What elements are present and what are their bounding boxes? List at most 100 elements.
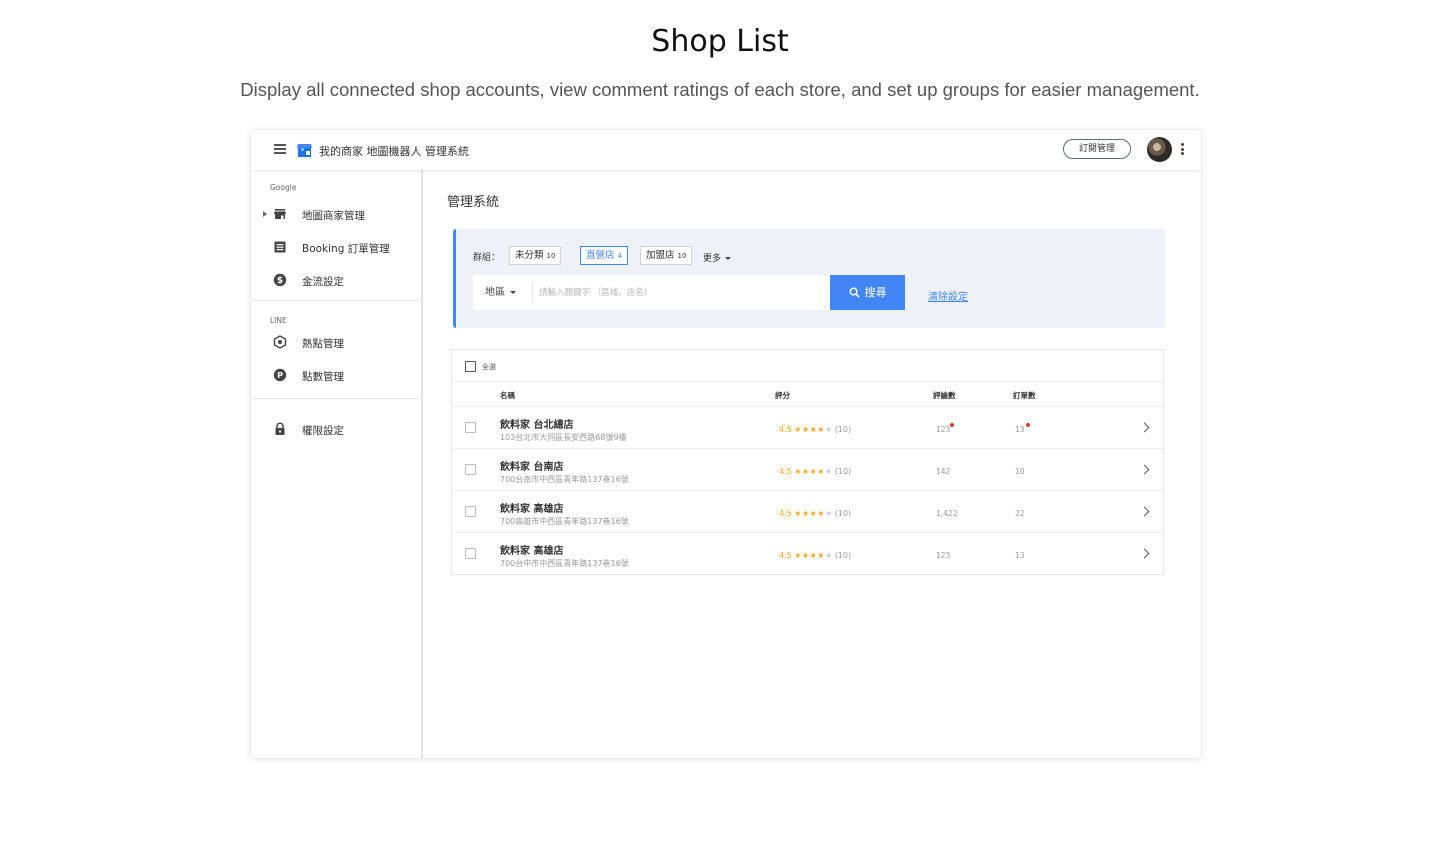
sidebar-item-label: 金流設定 [302, 276, 344, 288]
table-row[interactable]: 飲料家 高雄店 700高雄市中西區青年路137巷16號 4.5 ★★★★★ (1… [452, 490, 1165, 532]
top-app-bar: 我的商家 地圖機器人 管理系統 訂閱管理 [251, 130, 1201, 170]
search-button-label: 搜尋 [864, 286, 887, 299]
sidebar-item-points[interactable]: P 點數管理 [251, 363, 423, 387]
star-empty-icon: ★ [824, 467, 833, 476]
rating-count: (10) [834, 509, 852, 518]
order-count: 10 [1015, 467, 1025, 476]
group-chip-uncategorized[interactable]: 未分類 10 [509, 246, 562, 265]
sidebar-divider [251, 300, 423, 301]
star-rating-icon: ★★★★ [794, 467, 825, 476]
sidebar-item-label: 熱點管理 [302, 338, 344, 350]
sidebar-item-payment[interactable]: $ 金流設定 [251, 268, 423, 292]
business-logo-icon [297, 144, 312, 157]
order-alert-dot [1026, 423, 1030, 427]
sidebar-item-hotspot[interactable]: 熱點管理 [251, 330, 423, 354]
rating-count: (10) [834, 551, 852, 560]
sidebar-item-permissions[interactable]: 權限設定 [251, 417, 423, 441]
sidebar-item-map-business[interactable]: 地圖商家管理 [251, 202, 423, 226]
review-alert-dot [950, 423, 954, 427]
star-empty-icon: ★ [824, 509, 833, 518]
chevron-down-icon [725, 257, 732, 260]
chip-label: 未分類 [515, 250, 544, 261]
group-chip-franchise[interactable]: 加盟店 10 [640, 246, 693, 265]
chevron-right-icon[interactable] [1139, 506, 1150, 517]
sidebar: Google 地圖商家管理 Booking 訂單管理 $ 金流設定 LINE 熱… [251, 170, 423, 758]
shop-rating: 4.5 ★★★★★ (10) [779, 467, 851, 476]
rating-count: (10) [834, 467, 852, 476]
expand-caret-icon [263, 211, 267, 217]
row-checkbox[interactable] [465, 506, 476, 517]
group-label: 群組： [473, 253, 501, 263]
shop-name: 飲料家 台南店 [500, 462, 564, 473]
sidebar-item-label: Booking 訂單管理 [302, 243, 390, 255]
sidebar-item-booking[interactable]: Booking 訂單管理 [251, 235, 423, 259]
column-header-name: 名稱 [500, 391, 515, 400]
hamburger-menu-icon[interactable] [274, 144, 286, 154]
region-select[interactable]: 地區 [473, 275, 533, 310]
chevron-right-icon[interactable] [1139, 422, 1150, 433]
more-vert-icon[interactable] [1179, 143, 1185, 157]
lock-icon [275, 422, 285, 435]
row-checkbox[interactable] [465, 422, 476, 433]
row-checkbox[interactable] [465, 548, 476, 559]
star-rating-icon: ★★★★ [794, 425, 825, 434]
shop-address: 700高雄市中西區青年路137巷16號 [500, 517, 629, 526]
chevron-right-icon[interactable] [1139, 548, 1150, 559]
review-count: 142 [936, 467, 951, 476]
table-row[interactable]: 飲料家 高雄店 700台中市中西區青年路137巷16號 4.5 ★★★★★ (1… [452, 532, 1165, 574]
group-chip-direct[interactable]: 直營店 4 [580, 246, 628, 265]
star-rating-icon: ★★★★ [794, 509, 825, 518]
shop-name: 飲料家 高雄店 [500, 504, 564, 515]
shop-address: 103台北市大同區長安西路68號9樓 [500, 433, 627, 442]
subscription-button[interactable]: 訂閱管理 [1063, 139, 1131, 159]
clear-settings-link[interactable]: 清除設定 [928, 288, 968, 303]
shop-address: 700台中市中西區青年路137巷16號 [500, 559, 629, 568]
rating-value: 4.5 [779, 467, 792, 476]
sidebar-divider [251, 398, 423, 399]
star-empty-icon: ★ [824, 551, 833, 560]
dollar-icon: $ [273, 273, 287, 287]
table-row[interactable]: 飲料家 台北總店 103台北市大同區長安西路68號9樓 4.5 ★★★★★ (1… [452, 406, 1165, 448]
shop-address: 700台南市中西區青年路137巷16號 [500, 475, 629, 484]
region-label: 地區 [485, 287, 505, 298]
chip-count: 10 [546, 252, 556, 260]
sidebar-section-google: Google [270, 183, 297, 192]
search-box: 地區 [473, 275, 830, 310]
rating-value: 4.5 [779, 551, 792, 560]
svg-text:$: $ [277, 276, 283, 286]
shop-name: 飲料家 高雄店 [500, 546, 564, 557]
search-input[interactable] [539, 275, 824, 310]
column-header-orders: 訂單數 [1013, 391, 1036, 400]
points-icon: P [273, 368, 287, 382]
search-icon [849, 287, 860, 298]
review-count: 1,422 [936, 509, 958, 518]
chevron-right-icon[interactable] [1139, 464, 1150, 475]
shop-rating: 4.5 ★★★★★ (10) [779, 509, 851, 518]
more-groups-dropdown[interactable]: 更多 [703, 251, 732, 264]
order-count: 13 [1015, 551, 1025, 560]
table-row[interactable]: 飲料家 台南店 700台南市中西區青年路137巷16號 4.5 ★★★★★ (1… [452, 448, 1165, 490]
shop-rating: 4.5 ★★★★★ (10) [779, 551, 851, 560]
sidebar-item-label: 地圖商家管理 [302, 210, 365, 222]
page-title: 管理系統 [447, 195, 500, 210]
column-header-rating: 評分 [775, 391, 790, 400]
rating-count: (10) [834, 425, 852, 434]
row-checkbox[interactable] [465, 464, 476, 475]
review-count: 123 [936, 425, 951, 434]
hero-title: Shop List [651, 24, 789, 59]
hexagon-icon [273, 335, 287, 349]
chevron-down-icon [510, 290, 516, 294]
avatar[interactable] [1147, 137, 1172, 162]
sidebar-item-label: 權限設定 [302, 425, 344, 437]
search-button[interactable]: 搜尋 [830, 275, 905, 310]
select-all-checkbox[interactable] [465, 361, 476, 372]
divider [532, 282, 533, 303]
order-count: 13 [1015, 425, 1025, 434]
more-label: 更多 [703, 254, 722, 264]
star-rating-icon: ★★★★ [794, 551, 825, 560]
rating-value: 4.5 [779, 509, 792, 518]
store-icon [274, 209, 286, 219]
column-header-reviews: 評論數 [933, 391, 956, 400]
select-all-label: 全選 [482, 363, 496, 371]
order-count: 22 [1015, 509, 1025, 518]
